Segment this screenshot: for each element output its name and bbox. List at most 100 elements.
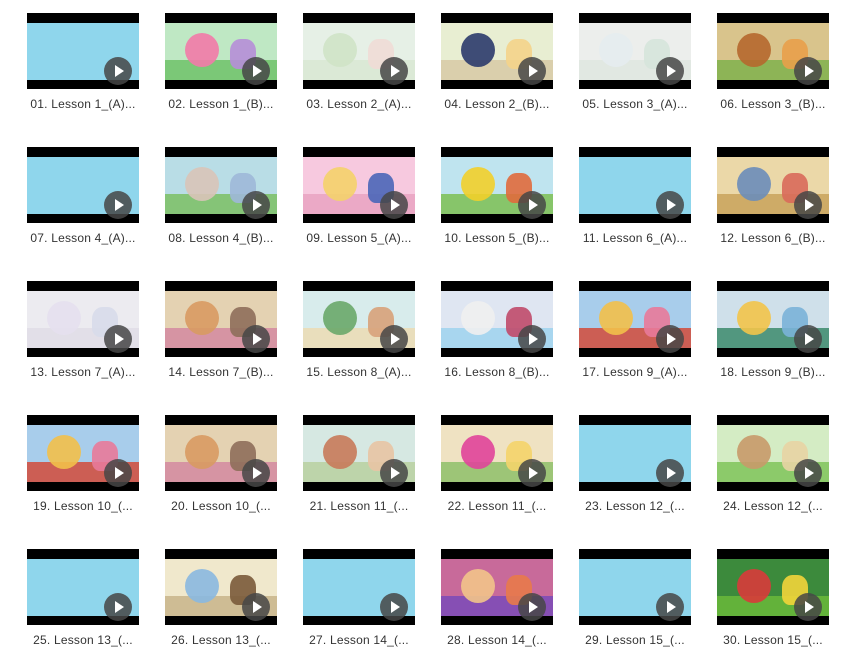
video-thumbnail[interactable] [303,13,415,89]
video-thumbnail[interactable] [717,147,829,223]
play-icon[interactable] [794,191,822,219]
play-icon[interactable] [518,459,546,487]
video-tile[interactable]: 19. Lesson 10_(... [27,415,139,513]
video-tile[interactable]: 03. Lesson 2_(A)... [303,13,415,111]
video-thumbnail[interactable] [165,281,277,357]
video-thumbnail[interactable] [165,415,277,491]
video-tile[interactable]: 10. Lesson 5_(B)... [441,147,553,245]
video-tile[interactable]: 09. Lesson 5_(A)... [303,147,415,245]
play-icon[interactable] [104,57,132,85]
play-icon[interactable] [242,57,270,85]
video-thumbnail[interactable] [165,147,277,223]
video-thumbnail[interactable] [579,549,691,625]
video-tile[interactable]: 01. Lesson 1_(A)... [27,13,139,111]
video-tile[interactable]: 22. Lesson 11_(... [441,415,553,513]
video-tile[interactable]: 27. Lesson 14_(... [303,549,415,647]
video-title: 02. Lesson 1_(B)... [168,97,274,111]
play-icon[interactable] [380,57,408,85]
play-icon[interactable] [656,325,684,353]
video-title: 05. Lesson 3_(A)... [582,97,688,111]
video-title: 09. Lesson 5_(A)... [306,231,412,245]
video-thumbnail[interactable] [441,281,553,357]
video-tile[interactable]: 25. Lesson 13_(... [27,549,139,647]
video-tile[interactable]: 30. Lesson 15_(... [717,549,829,647]
play-icon[interactable] [104,593,132,621]
play-icon[interactable] [794,459,822,487]
video-tile[interactable]: 15. Lesson 8_(A)... [303,281,415,379]
play-icon[interactable] [104,459,132,487]
video-thumbnail[interactable] [27,281,139,357]
play-icon[interactable] [380,325,408,353]
video-tile[interactable]: 04. Lesson 2_(B)... [441,13,553,111]
play-icon[interactable] [518,191,546,219]
video-thumbnail[interactable] [717,281,829,357]
video-thumbnail[interactable] [717,415,829,491]
play-icon[interactable] [656,191,684,219]
video-tile[interactable]: 17. Lesson 9_(A)... [579,281,691,379]
play-icon[interactable] [242,459,270,487]
video-tile[interactable]: 12. Lesson 6_(B)... [717,147,829,245]
play-icon[interactable] [380,459,408,487]
play-icon[interactable] [104,325,132,353]
play-icon[interactable] [380,191,408,219]
video-thumbnail[interactable] [441,147,553,223]
video-thumbnail[interactable] [579,13,691,89]
video-title: 17. Lesson 9_(A)... [582,365,688,379]
play-icon[interactable] [794,57,822,85]
play-icon[interactable] [518,593,546,621]
video-thumbnail[interactable] [303,549,415,625]
video-tile[interactable]: 13. Lesson 7_(A)... [27,281,139,379]
video-title: 18. Lesson 9_(B)... [720,365,826,379]
video-thumbnail[interactable] [717,13,829,89]
video-title: 06. Lesson 3_(B)... [720,97,826,111]
video-tile[interactable]: 26. Lesson 13_(... [165,549,277,647]
video-tile[interactable]: 11. Lesson 6_(A)... [579,147,691,245]
video-tile[interactable]: 29. Lesson 15_(... [579,549,691,647]
play-icon[interactable] [518,57,546,85]
play-icon[interactable] [380,593,408,621]
play-icon[interactable] [518,325,546,353]
video-tile[interactable]: 24. Lesson 12_(... [717,415,829,513]
video-thumbnail[interactable] [27,415,139,491]
video-tile[interactable]: 14. Lesson 7_(B)... [165,281,277,379]
play-icon[interactable] [794,325,822,353]
video-tile[interactable]: 07. Lesson 4_(A)... [27,147,139,245]
video-tile[interactable]: 06. Lesson 3_(B)... [717,13,829,111]
video-thumbnail[interactable] [303,415,415,491]
video-thumbnail[interactable] [165,13,277,89]
video-tile[interactable]: 21. Lesson 11_(... [303,415,415,513]
video-thumbnail[interactable] [441,549,553,625]
video-tile[interactable]: 02. Lesson 1_(B)... [165,13,277,111]
video-title: 28. Lesson 14_(... [447,633,547,647]
video-tile[interactable]: 23. Lesson 12_(... [579,415,691,513]
play-icon[interactable] [242,191,270,219]
video-thumbnail[interactable] [441,13,553,89]
video-thumbnail[interactable] [717,549,829,625]
video-title: 08. Lesson 4_(B)... [168,231,274,245]
video-thumbnail[interactable] [579,281,691,357]
video-thumbnail[interactable] [579,147,691,223]
play-icon[interactable] [242,593,270,621]
play-icon[interactable] [656,593,684,621]
video-thumbnail[interactable] [303,147,415,223]
video-tile[interactable]: 28. Lesson 14_(... [441,549,553,647]
video-thumbnail[interactable] [27,147,139,223]
video-thumbnail[interactable] [579,415,691,491]
video-thumbnail[interactable] [165,549,277,625]
video-tile[interactable]: 20. Lesson 10_(... [165,415,277,513]
video-title: 26. Lesson 13_(... [171,633,271,647]
play-icon[interactable] [104,191,132,219]
video-tile[interactable]: 16. Lesson 8_(B)... [441,281,553,379]
play-icon[interactable] [656,57,684,85]
play-icon[interactable] [656,459,684,487]
video-tile[interactable]: 18. Lesson 9_(B)... [717,281,829,379]
video-tile[interactable]: 08. Lesson 4_(B)... [165,147,277,245]
video-title: 24. Lesson 12_(... [723,499,823,513]
video-thumbnail[interactable] [441,415,553,491]
video-thumbnail[interactable] [303,281,415,357]
video-thumbnail[interactable] [27,13,139,89]
play-icon[interactable] [794,593,822,621]
video-tile[interactable]: 05. Lesson 3_(A)... [579,13,691,111]
play-icon[interactable] [242,325,270,353]
video-thumbnail[interactable] [27,549,139,625]
